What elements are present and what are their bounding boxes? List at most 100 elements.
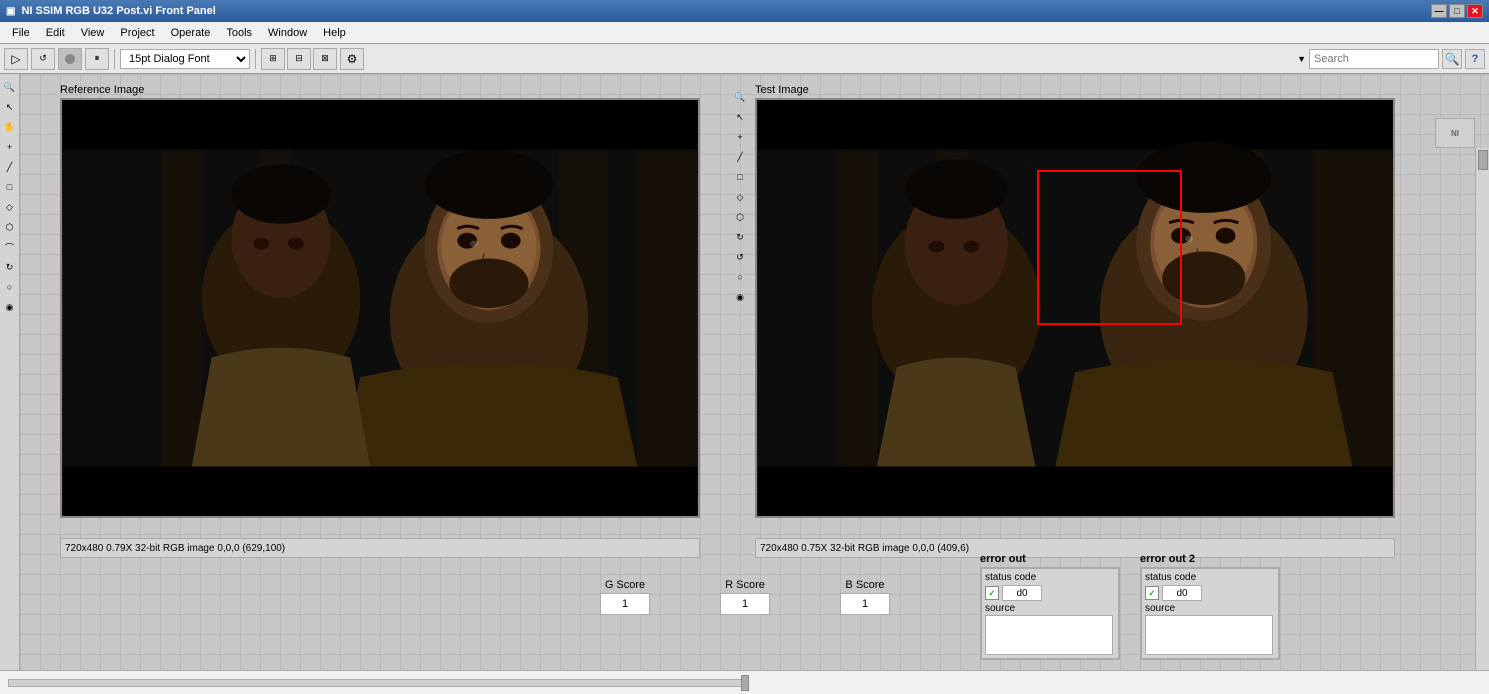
crosshair-tool[interactable]: + bbox=[1, 138, 19, 156]
menu-bar: File Edit View Project Operate Tools Win… bbox=[0, 22, 1489, 44]
line-tool[interactable]: ╱ bbox=[1, 158, 19, 176]
test-scrollbar-v[interactable] bbox=[1393, 100, 1395, 518]
right-arc-tool[interactable]: ↻ bbox=[731, 228, 749, 246]
error-out-2-source-label: source bbox=[1145, 603, 1275, 614]
r-score-value: 1 bbox=[720, 593, 770, 615]
right-annular-tool[interactable]: ◉ bbox=[731, 288, 749, 306]
reference-image-status: 720x480 0.79X 32-bit RGB image 0,0,0 (62… bbox=[60, 538, 700, 558]
circle-tool[interactable]: ○ bbox=[1, 278, 19, 296]
window-scrollbar-v[interactable] bbox=[1475, 148, 1489, 670]
error-out-2-title: error out 2 bbox=[1140, 553, 1280, 565]
right-diamond-tool[interactable]: ◇ bbox=[731, 188, 749, 206]
g-score-box: G Score 1 bbox=[600, 579, 650, 615]
error-out-2-check: ✓ bbox=[1145, 586, 1159, 600]
error-out-2-inner: status code ✓ d0 source bbox=[1140, 567, 1280, 660]
zoom-tool[interactable]: 🔍 bbox=[1, 78, 19, 96]
main-content: 🔍 ↖ ✋ + ╱ □ ◇ ⬡ ⌒ ↻ ○ ◉ Reference Image bbox=[0, 74, 1489, 670]
test-scrollbar-h[interactable] bbox=[757, 516, 1395, 518]
app-icon: ▣ bbox=[6, 6, 15, 17]
right-rect-tool[interactable]: □ bbox=[731, 168, 749, 186]
b-score-box: B Score 1 bbox=[840, 579, 890, 615]
b-score-value: 1 bbox=[840, 593, 890, 615]
error-out-1-source bbox=[985, 615, 1113, 655]
ni-logo-area: NI bbox=[1435, 118, 1475, 148]
r-score-label: R Score bbox=[725, 579, 765, 591]
error-out-2-source bbox=[1145, 615, 1273, 655]
error-out-1-check: ✓ bbox=[985, 586, 999, 600]
test-image-container bbox=[755, 98, 1395, 518]
right-zoom-tool[interactable]: 🔍 bbox=[731, 88, 749, 106]
title-bar: ▣ NI SSIM RGB U32 Post.vi Front Panel — … bbox=[0, 0, 1489, 22]
run-cont-btn[interactable]: ↺ bbox=[31, 48, 55, 70]
error-out-1-title: error out bbox=[980, 553, 1120, 565]
run-arrow-btn[interactable]: ▷ bbox=[4, 48, 28, 70]
align-btn[interactable]: ⊞ bbox=[261, 48, 285, 70]
hand-tool[interactable]: ✋ bbox=[1, 118, 19, 136]
status-handle[interactable] bbox=[741, 675, 749, 691]
menu-window[interactable]: Window bbox=[260, 25, 315, 41]
right-line-tool[interactable]: ╱ bbox=[731, 148, 749, 166]
menu-file[interactable]: File bbox=[4, 25, 38, 41]
config-btn[interactable]: ⚙ bbox=[340, 48, 364, 70]
reference-image-container bbox=[60, 98, 700, 518]
test-image-panel: Test Image bbox=[755, 84, 1395, 518]
right-circle-tool[interactable]: ○ bbox=[731, 268, 749, 286]
right-poly-tool[interactable]: ⬡ bbox=[731, 208, 749, 226]
pause-btn[interactable]: ⏸ bbox=[85, 48, 109, 70]
menu-view[interactable]: View bbox=[73, 25, 113, 41]
error-out-1-inner: status code ✓ d0 source bbox=[980, 567, 1120, 660]
error-out-2-status-label: status code bbox=[1145, 572, 1196, 583]
menu-help[interactable]: Help bbox=[315, 25, 354, 41]
font-selector[interactable]: 15pt Dialog Font bbox=[120, 49, 250, 69]
right-rotate-tool[interactable]: ↺ bbox=[731, 248, 749, 266]
menu-project[interactable]: Project bbox=[112, 25, 162, 41]
rotate-tool[interactable]: ↻ bbox=[1, 258, 19, 276]
minimize-btn[interactable]: — bbox=[1431, 4, 1447, 18]
arc-tool[interactable]: ⌒ bbox=[1, 238, 19, 256]
status-progress bbox=[8, 679, 745, 687]
maximize-btn[interactable]: □ bbox=[1449, 4, 1465, 18]
g-score-label: G Score bbox=[605, 579, 645, 591]
error-area: error out status code ✓ d0 source error … bbox=[980, 553, 1280, 660]
search-input[interactable] bbox=[1309, 49, 1439, 69]
error-out-1-code: d0 bbox=[1002, 585, 1042, 601]
g-score-value: 1 bbox=[600, 593, 650, 615]
right-toolbox: 🔍 ↖ + ╱ □ ◇ ⬡ ↻ ↺ ○ ◉ bbox=[730, 84, 750, 306]
annular-tool[interactable]: ◉ bbox=[1, 298, 19, 316]
error-out-1-status-label: status code bbox=[985, 572, 1036, 583]
title-text: NI SSIM RGB U32 Post.vi Front Panel bbox=[21, 5, 215, 17]
right-cursor-tool[interactable]: ↖ bbox=[731, 108, 749, 126]
status-bar bbox=[0, 670, 1489, 694]
menu-operate[interactable]: Operate bbox=[163, 25, 219, 41]
abort-btn[interactable] bbox=[58, 48, 82, 70]
separator-2 bbox=[255, 49, 256, 69]
close-btn[interactable]: ✕ bbox=[1467, 4, 1483, 18]
test-label: Test Image bbox=[755, 84, 1395, 96]
diamond-tool[interactable]: ◇ bbox=[1, 198, 19, 216]
resize-btn[interactable]: ⊠ bbox=[313, 48, 337, 70]
cursor-tool[interactable]: ↖ bbox=[1, 98, 19, 116]
reference-image-panel: Reference Image bbox=[60, 84, 720, 518]
error-out-1: error out status code ✓ d0 source bbox=[980, 553, 1120, 660]
rect-tool[interactable]: □ bbox=[1, 178, 19, 196]
help-button[interactable]: ? bbox=[1465, 49, 1485, 69]
error-out-2: error out 2 status code ✓ d0 source bbox=[1140, 553, 1280, 660]
reference-image-display bbox=[62, 100, 698, 516]
menu-tools[interactable]: Tools bbox=[218, 25, 260, 41]
b-score-label: B Score bbox=[845, 579, 884, 591]
search-button[interactable]: 🔍 bbox=[1442, 49, 1462, 69]
r-score-box: R Score 1 bbox=[720, 579, 770, 615]
test-image-display bbox=[757, 100, 1393, 516]
dist-btn[interactable]: ⊟ bbox=[287, 48, 311, 70]
scores-area: G Score 1 R Score 1 B Score 1 bbox=[600, 579, 890, 615]
reference-scrollbar-h[interactable] bbox=[62, 516, 700, 518]
error-out-1-source-label: source bbox=[985, 603, 1115, 614]
red-selection-rect bbox=[1037, 170, 1182, 325]
right-hand-tool[interactable]: + bbox=[731, 128, 749, 146]
reference-scrollbar-v[interactable] bbox=[698, 100, 700, 518]
search-dropdown-arrow: ▼ bbox=[1297, 54, 1306, 64]
poly-tool[interactable]: ⬡ bbox=[1, 218, 19, 236]
reference-label: Reference Image bbox=[60, 84, 720, 96]
menu-edit[interactable]: Edit bbox=[38, 25, 73, 41]
toolbar: ▷ ↺ ⏸ 15pt Dialog Font ⊞ ⊟ ⊠ ⚙ ▼ 🔍 ? bbox=[0, 44, 1489, 74]
